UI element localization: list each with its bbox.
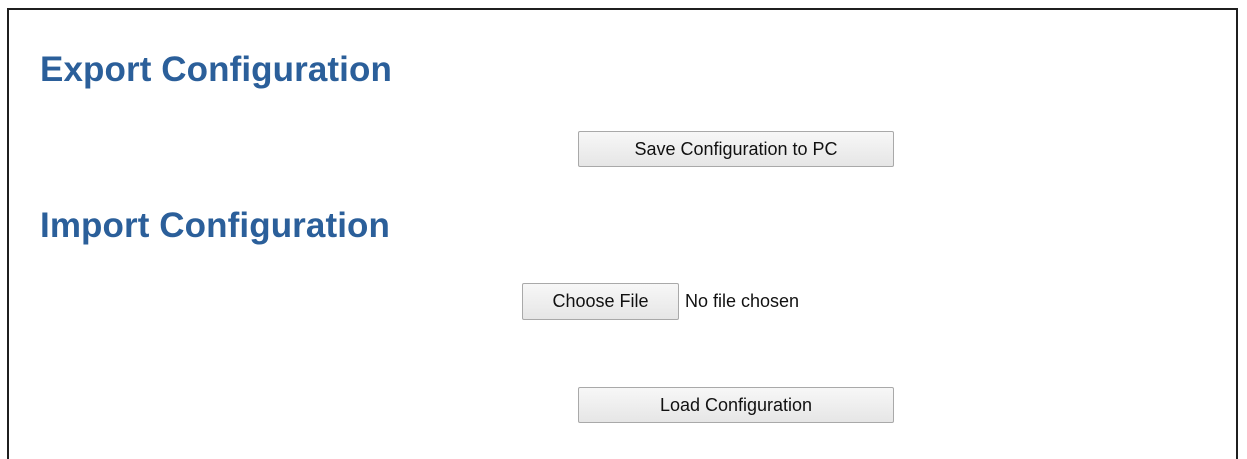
choose-file-button[interactable]: Choose File <box>522 283 679 320</box>
load-configuration-button[interactable]: Load Configuration <box>578 387 894 423</box>
export-configuration-heading: Export Configuration <box>40 50 392 89</box>
file-input[interactable]: Choose File No file chosen <box>522 283 799 320</box>
save-configuration-button[interactable]: Save Configuration to PC <box>578 131 894 167</box>
config-panel: Export Configuration Save Configuration … <box>7 8 1238 459</box>
import-configuration-heading: Import Configuration <box>40 206 391 245</box>
file-status-text: No file chosen <box>685 291 800 311</box>
